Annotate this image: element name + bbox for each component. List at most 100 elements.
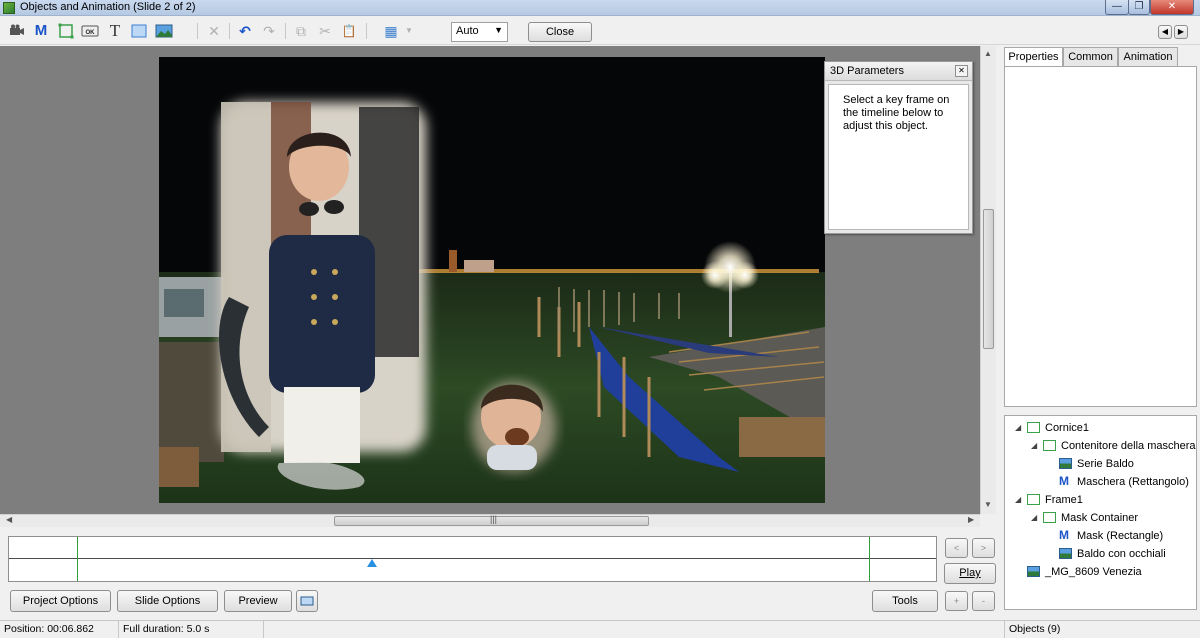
scroll-left-icon[interactable]: ◀ [6,515,12,524]
playhead-marker[interactable] [367,559,377,567]
tree-item-label: Frame1 [1045,494,1083,506]
rectangle-tool-icon[interactable] [130,22,148,40]
frame-icon [1027,494,1040,505]
image-tool-icon[interactable] [155,22,173,40]
mask-icon: M [1059,528,1069,542]
grip-icon: ||| [490,514,498,524]
tree-item[interactable]: ◢ Contenitore della maschera [1005,437,1196,455]
screen-icon[interactable] [296,590,318,612]
frame-tool-icon[interactable] [57,22,75,40]
image-icon [1059,548,1072,559]
add-keyframe-button[interactable]: + [945,591,968,611]
toolbar: M OK T ✕ ↶ ↷ ⧉ ✂ 📋 ▦ ▼ [0,17,1200,45]
horizontal-scroll-thumb[interactable]: ||| [334,514,649,526]
timeline-track-divider [9,558,936,559]
slide-canvas[interactable] [159,57,825,503]
image-icon [1027,566,1040,577]
tree-item-label: _MG_8609 Venezia [1045,566,1142,578]
chevron-down-icon: ▼ [494,25,503,35]
prev-keyframe-button[interactable]: < [945,538,968,558]
status-objects: Objects (9) [1004,621,1200,638]
close-icon[interactable]: ✕ [955,65,968,77]
close-button[interactable]: Close [528,22,592,42]
toolbar-separator [285,23,286,39]
play-button[interactable]: Play [944,563,996,584]
frame-icon [1043,512,1056,523]
tree-item-label: Serie Baldo [1077,458,1134,470]
camera-icon[interactable] [8,22,26,40]
objects-tree: ◢ Cornice1 ◢ Contenitore della maschera Seri… [1004,415,1197,610]
tree-item-label: Baldo con occhiali [1077,548,1166,560]
delete-icon[interactable]: ✕ [205,22,223,40]
paste-icon[interactable]: 📋 [340,22,358,40]
tree-item-label: Maschera (Rettangolo) [1077,476,1189,488]
tree-item-label: Mask (Rectangle) [1077,530,1164,542]
timeline-start-marker[interactable] [77,537,78,581]
mask-icon: M [1059,474,1069,488]
panel-message: Select a key frame on the timeline below… [828,84,969,230]
image-icon [1059,458,1072,469]
next-keyframe-button[interactable]: > [972,538,995,558]
tree-item-label: Cornice1 [1045,422,1090,434]
timeline-end-marker[interactable] [869,537,870,581]
frame-icon [1027,422,1040,433]
remove-keyframe-button[interactable]: - [972,591,995,611]
expand-arrow-icon[interactable]: ◢ [1015,419,1021,437]
frame-icon [1043,440,1056,451]
grid-icon[interactable]: ▦ [382,22,400,40]
properties-area [1004,66,1197,407]
timeline[interactable] [8,536,937,582]
maximize-button[interactable]: ❐ [1128,0,1150,15]
scroll-down-icon[interactable]: ▼ [984,500,992,509]
scroll-right-icon[interactable]: ▶ [968,515,974,524]
status-duration: Full duration: 5.0 s [119,621,264,638]
nav-next-icon[interactable]: ▶ [1174,25,1188,39]
cut-icon[interactable]: ✂ [316,22,334,40]
vertical-scroll-thumb[interactable] [983,209,994,349]
tree-item[interactable]: _MG_8609 Venezia [1005,563,1196,581]
preview-button[interactable]: Preview [224,590,292,612]
expand-arrow-icon[interactable]: ◢ [1031,437,1037,455]
mask-tool-icon[interactable]: M [32,22,50,40]
app-icon [3,2,15,14]
horizontal-scrollbar[interactable]: ◀ ||| ▶ [0,514,980,527]
redo-icon[interactable]: ↷ [260,22,278,40]
minimize-button[interactable]: — [1105,0,1129,15]
tree-item-label: Mask Container [1061,512,1139,524]
tree-item[interactable]: Serie Baldo [1005,455,1196,473]
text-tool-icon[interactable]: T [106,22,124,40]
scroll-up-icon[interactable]: ▲ [984,49,992,58]
tree-item[interactable]: Baldo con occhiali [1005,545,1196,563]
toolbar-separator [197,23,198,39]
copy-icon[interactable]: ⧉ [292,22,310,40]
panel-title: 3D Parameters [830,65,904,77]
button-tool-icon[interactable]: OK [81,22,99,40]
tools-button[interactable]: Tools [872,590,938,612]
grid-dropdown-icon[interactable]: ▼ [400,22,418,40]
status-bar: Position: 00:06.862 Full duration: 5.0 s… [0,620,1200,638]
expand-arrow-icon[interactable]: ◢ [1031,509,1037,527]
tab-animation[interactable]: Animation [1118,47,1178,67]
tab-properties[interactable]: Properties [1004,47,1063,68]
undo-icon[interactable]: ↶ [236,22,254,40]
tree-item[interactable]: M Mask (Rectangle) [1005,527,1196,545]
slide-options-button[interactable]: Slide Options [117,590,218,612]
tree-list: ◢ Cornice1 ◢ Contenitore della maschera Seri… [1005,419,1196,581]
svg-text:OK: OK [86,30,96,36]
zoom-select[interactable]: Auto ▼ [451,22,508,42]
tree-item[interactable]: ◢ Frame1 [1005,491,1196,509]
slide-photo [159,57,825,503]
tree-item[interactable]: ◢ Mask Container [1005,509,1196,527]
toolbar-separator [366,23,367,39]
window-title: Objects and Animation (Slide 2 of 2) [20,1,196,13]
nav-prev-icon[interactable]: ◀ [1158,25,1172,39]
zoom-value: Auto [456,25,479,37]
tree-item[interactable]: M Maschera (Rettangolo) [1005,473,1196,491]
tab-common[interactable]: Common [1063,47,1118,67]
project-options-button[interactable]: Project Options [10,590,111,612]
expand-arrow-icon[interactable]: ◢ [1015,491,1021,509]
toolbar-separator [229,23,230,39]
vertical-scrollbar[interactable]: ▲ ▼ [980,46,996,514]
tree-item[interactable]: ◢ Cornice1 [1005,419,1196,437]
close-window-button[interactable]: ✕ [1150,0,1194,15]
